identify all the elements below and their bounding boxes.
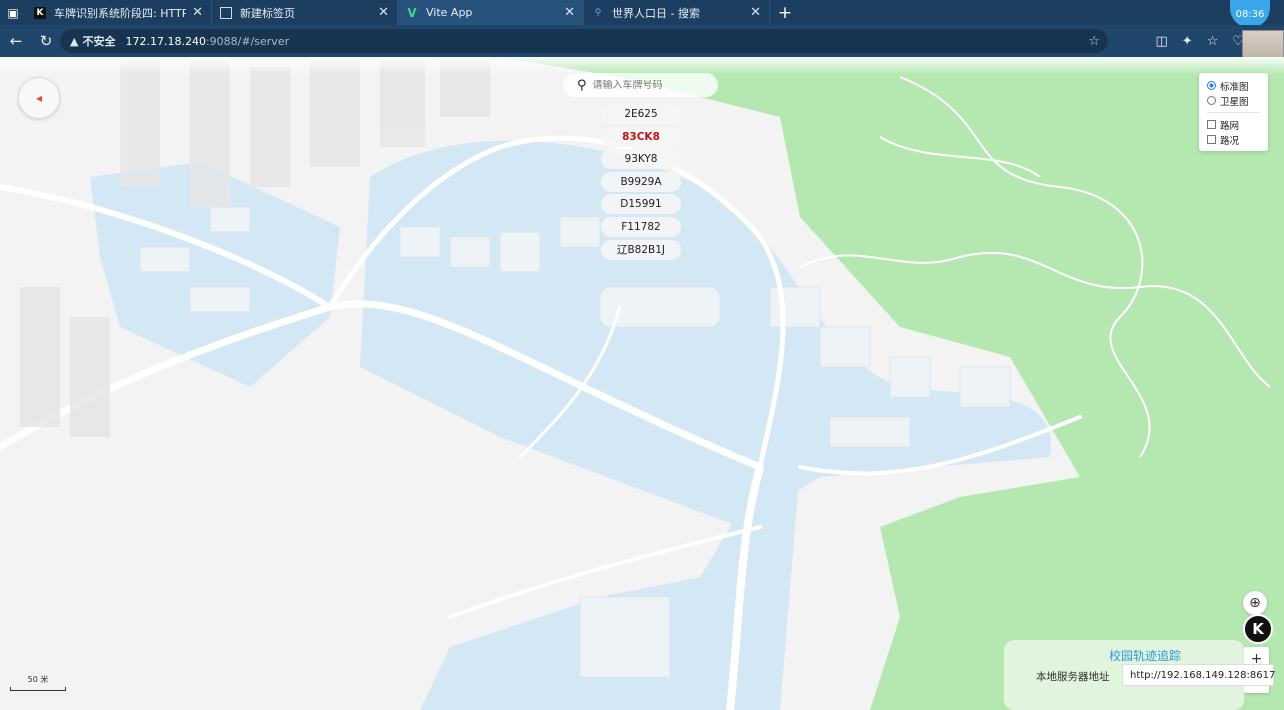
compass-icon[interactable]: ◂ bbox=[18, 77, 60, 119]
navigation-bar: ← ↻ ▲ 不安全 172.17.18.240 :9088/#/server ☆… bbox=[0, 25, 1284, 57]
radio-icon bbox=[1207, 96, 1216, 105]
new-tab-button[interactable]: + bbox=[770, 0, 800, 25]
plate-item[interactable]: F11782 bbox=[601, 216, 681, 237]
tab-actions-icon[interactable]: ▣ bbox=[0, 0, 26, 25]
plate-item-selected[interactable]: 83CK8 bbox=[601, 126, 681, 147]
security-label: 不安全 bbox=[82, 35, 116, 48]
url-path: :9088/#/server bbox=[205, 34, 290, 48]
scale-bar: 50 米 bbox=[10, 674, 66, 691]
layer-control: 标准图 卫星图 路网 路况 bbox=[1199, 73, 1268, 151]
server-label: 本地服务器地址 bbox=[1036, 671, 1110, 683]
checkbox-icon bbox=[1207, 135, 1216, 144]
scale-label: 50 米 bbox=[27, 675, 49, 684]
radio-checked-icon bbox=[1207, 81, 1216, 90]
close-icon[interactable]: ✕ bbox=[378, 5, 389, 20]
k-logo-icon: K bbox=[34, 6, 46, 19]
tab-title: 新建标签页 bbox=[240, 6, 295, 20]
search-icon: ⚲ bbox=[577, 77, 587, 93]
tab-2[interactable]: V Vite App ✕ bbox=[398, 0, 584, 25]
url-host: 172.17.18.240 bbox=[125, 34, 206, 48]
star-icon[interactable]: ☆ bbox=[1088, 34, 1100, 49]
divider bbox=[1207, 112, 1260, 113]
checkbox-icon bbox=[1207, 120, 1216, 129]
close-icon[interactable]: ✕ bbox=[750, 5, 761, 20]
layer-label: 路况 bbox=[1220, 135, 1240, 147]
layer-traffic[interactable]: 路况 bbox=[1207, 132, 1260, 147]
plate-search[interactable]: ⚲ bbox=[563, 73, 718, 97]
reload-icon[interactable]: ↻ bbox=[32, 27, 60, 55]
locate-icon[interactable]: ⊕ bbox=[1243, 591, 1267, 615]
layer-satellite[interactable]: 卫星图 bbox=[1207, 93, 1260, 108]
warning-icon: ▲ bbox=[70, 34, 79, 48]
plate-list: 2E625 83CK8 93KY8 B9929A D15991 F11782 辽… bbox=[601, 104, 681, 262]
plate-item[interactable]: D15991 bbox=[601, 194, 681, 215]
layer-roadnet[interactable]: 路网 bbox=[1207, 117, 1260, 132]
tab-title: 车牌识别系统阶段四: HTTP服务 bbox=[54, 6, 187, 20]
tab-title: Vite App bbox=[426, 6, 473, 19]
layer-label: 标准图 bbox=[1220, 81, 1249, 93]
tracking-panel: 校园轨迹追踪 本地服务器地址 http://192.168.149.128:86… bbox=[1004, 640, 1275, 710]
tab-3[interactable]: ⚲ 世界人口日 - 搜索 ✕ bbox=[584, 0, 770, 25]
reading-mode-icon[interactable]: ◫ bbox=[1155, 34, 1167, 49]
layer-standard[interactable]: 标准图 bbox=[1207, 78, 1260, 93]
back-icon[interactable]: ← bbox=[2, 27, 30, 55]
close-icon[interactable]: ✕ bbox=[564, 5, 575, 20]
toolbar-icons: ◫ ✦ ☆ ♡ bbox=[1155, 25, 1244, 57]
tab-title: 世界人口日 - 搜索 bbox=[612, 6, 700, 20]
plate-item[interactable]: 辽B82B1J bbox=[601, 239, 681, 260]
plate-item[interactable]: 93KY8 bbox=[601, 149, 681, 170]
scale-line bbox=[10, 687, 66, 691]
favorites-icon[interactable]: ☆ bbox=[1207, 34, 1219, 49]
tab-1[interactable]: 新建标签页 ✕ bbox=[212, 0, 398, 25]
extensions-icon[interactable]: ✦ bbox=[1182, 34, 1193, 49]
tab-0[interactable]: K 车牌识别系统阶段四: HTTP服务 ✕ bbox=[26, 0, 212, 25]
vite-logo-icon: V bbox=[407, 5, 417, 20]
k-logo-icon[interactable]: K bbox=[1243, 614, 1273, 644]
server-address-input[interactable]: http://192.168.149.128:8617 bbox=[1122, 664, 1275, 686]
plate-item[interactable]: 2E625 bbox=[601, 104, 681, 124]
plate-search-input[interactable] bbox=[592, 79, 703, 91]
plate-item[interactable]: B9929A bbox=[601, 171, 681, 192]
close-icon[interactable]: ✕ bbox=[192, 5, 203, 20]
page-icon bbox=[220, 6, 232, 19]
layer-label: 卫星图 bbox=[1220, 96, 1249, 108]
panel-title: 校园轨迹追踪 bbox=[1109, 649, 1182, 663]
layer-label: 路网 bbox=[1220, 120, 1240, 132]
tab-bar: ▣ K 车牌识别系统阶段四: HTTP服务 ✕ 新建标签页 ✕ V Vite A… bbox=[0, 0, 1284, 25]
map-view[interactable]: ◂ ⚲ 2E625 83CK8 93KY8 B9929A D15991 F117… bbox=[0, 57, 1284, 710]
search-icon: ⚲ bbox=[594, 7, 602, 18]
address-bar[interactable]: ▲ 不安全 172.17.18.240 :9088/#/server ☆ bbox=[60, 29, 1108, 53]
